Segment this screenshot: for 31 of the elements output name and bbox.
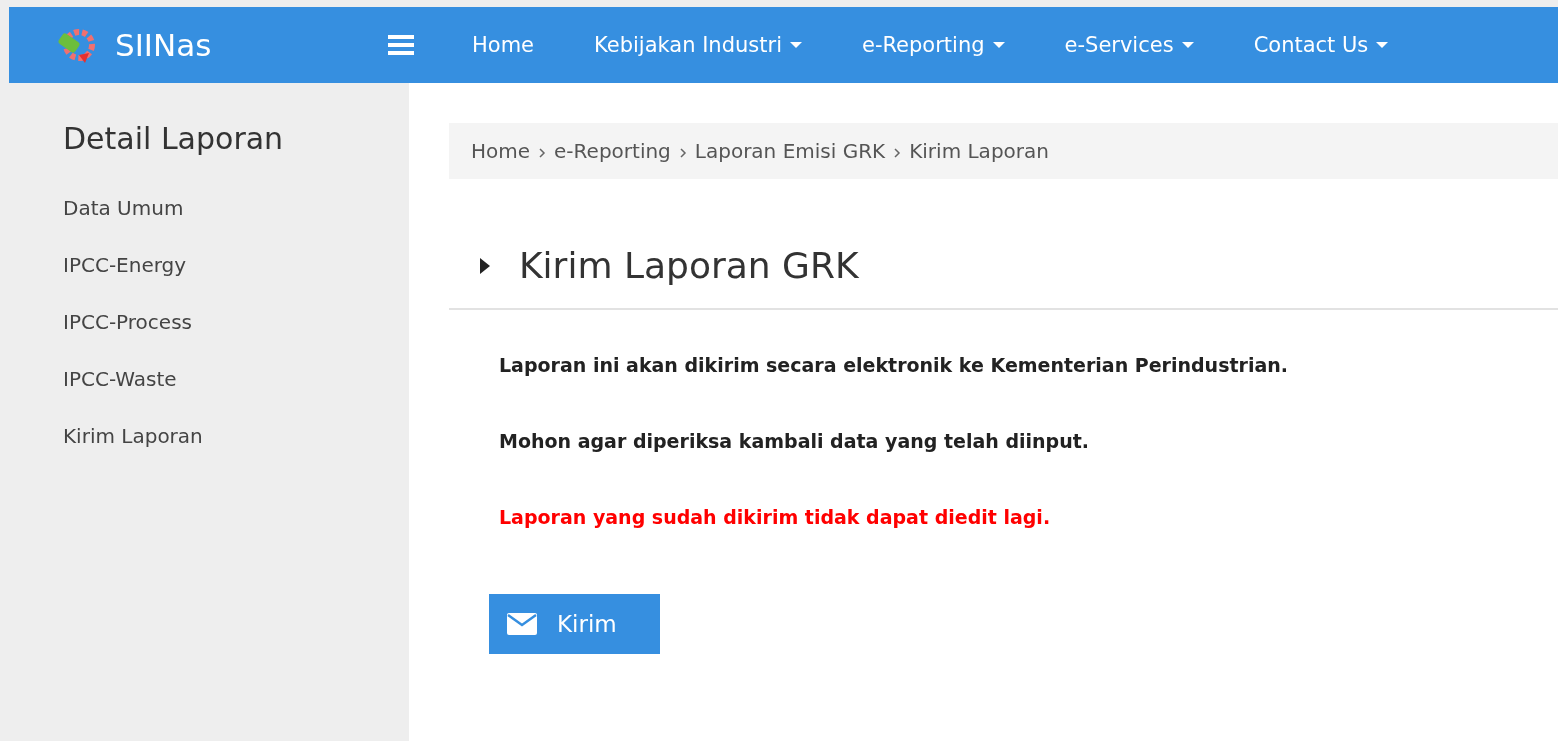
- chevron-icon: [893, 148, 902, 158]
- envelope-icon: [507, 613, 537, 635]
- send-button[interactable]: Kirim: [489, 594, 660, 654]
- sidebar-title: Detail Laporan: [63, 121, 285, 156]
- caret-icon: [1376, 41, 1389, 49]
- sidebar-link[interactable]: IPCC-Energy: [63, 247, 409, 304]
- chevron-icon: [678, 148, 687, 158]
- section-title: Kirim Laporan GRK: [519, 245, 859, 286]
- nav-link[interactable]: Home: [442, 33, 564, 57]
- breadcrumb-link[interactable]: Home: [471, 139, 531, 163]
- info-text: Mohon agar diperiksa kambali data yang telah diinput.: [499, 430, 1090, 452]
- chevron-icon: [538, 148, 547, 158]
- warning-text: Laporan yang sudah dikirim tidak dapat diedit lagi.: [499, 506, 1052, 528]
- info-text: Laporan ini akan dikirim secara elektronik ke Kementerian Perindustrian.: [499, 354, 1289, 376]
- caret-icon: [1181, 41, 1194, 49]
- breadcrumb-link[interactable]: Laporan Emisi GRK: [694, 139, 886, 163]
- nav-link[interactable]: e-Services: [1034, 33, 1224, 57]
- nav-link[interactable]: e-Reporting: [831, 33, 1035, 57]
- sidebar-link[interactable]: Kirim Laporan: [63, 418, 409, 475]
- caret-icon: [992, 41, 1005, 49]
- sidebar-link[interactable]: IPCC-Process: [63, 304, 409, 361]
- menu-icon[interactable]: [388, 34, 414, 56]
- nav-link[interactable]: Contact Us: [1223, 33, 1419, 57]
- sidebar-link[interactable]: Data Umum: [63, 190, 409, 247]
- caret-icon: [789, 41, 802, 49]
- nav-link[interactable]: Kebijakan Industri: [564, 33, 832, 57]
- breadcrumb-link[interactable]: e-Reporting: [554, 139, 671, 163]
- triangle-icon: [479, 255, 491, 276]
- breadcrumb-link[interactable]: Kirim Laporan: [909, 139, 1049, 163]
- sidebar-link[interactable]: IPCC-Waste: [63, 361, 409, 418]
- brand-name: SIINas: [115, 27, 212, 63]
